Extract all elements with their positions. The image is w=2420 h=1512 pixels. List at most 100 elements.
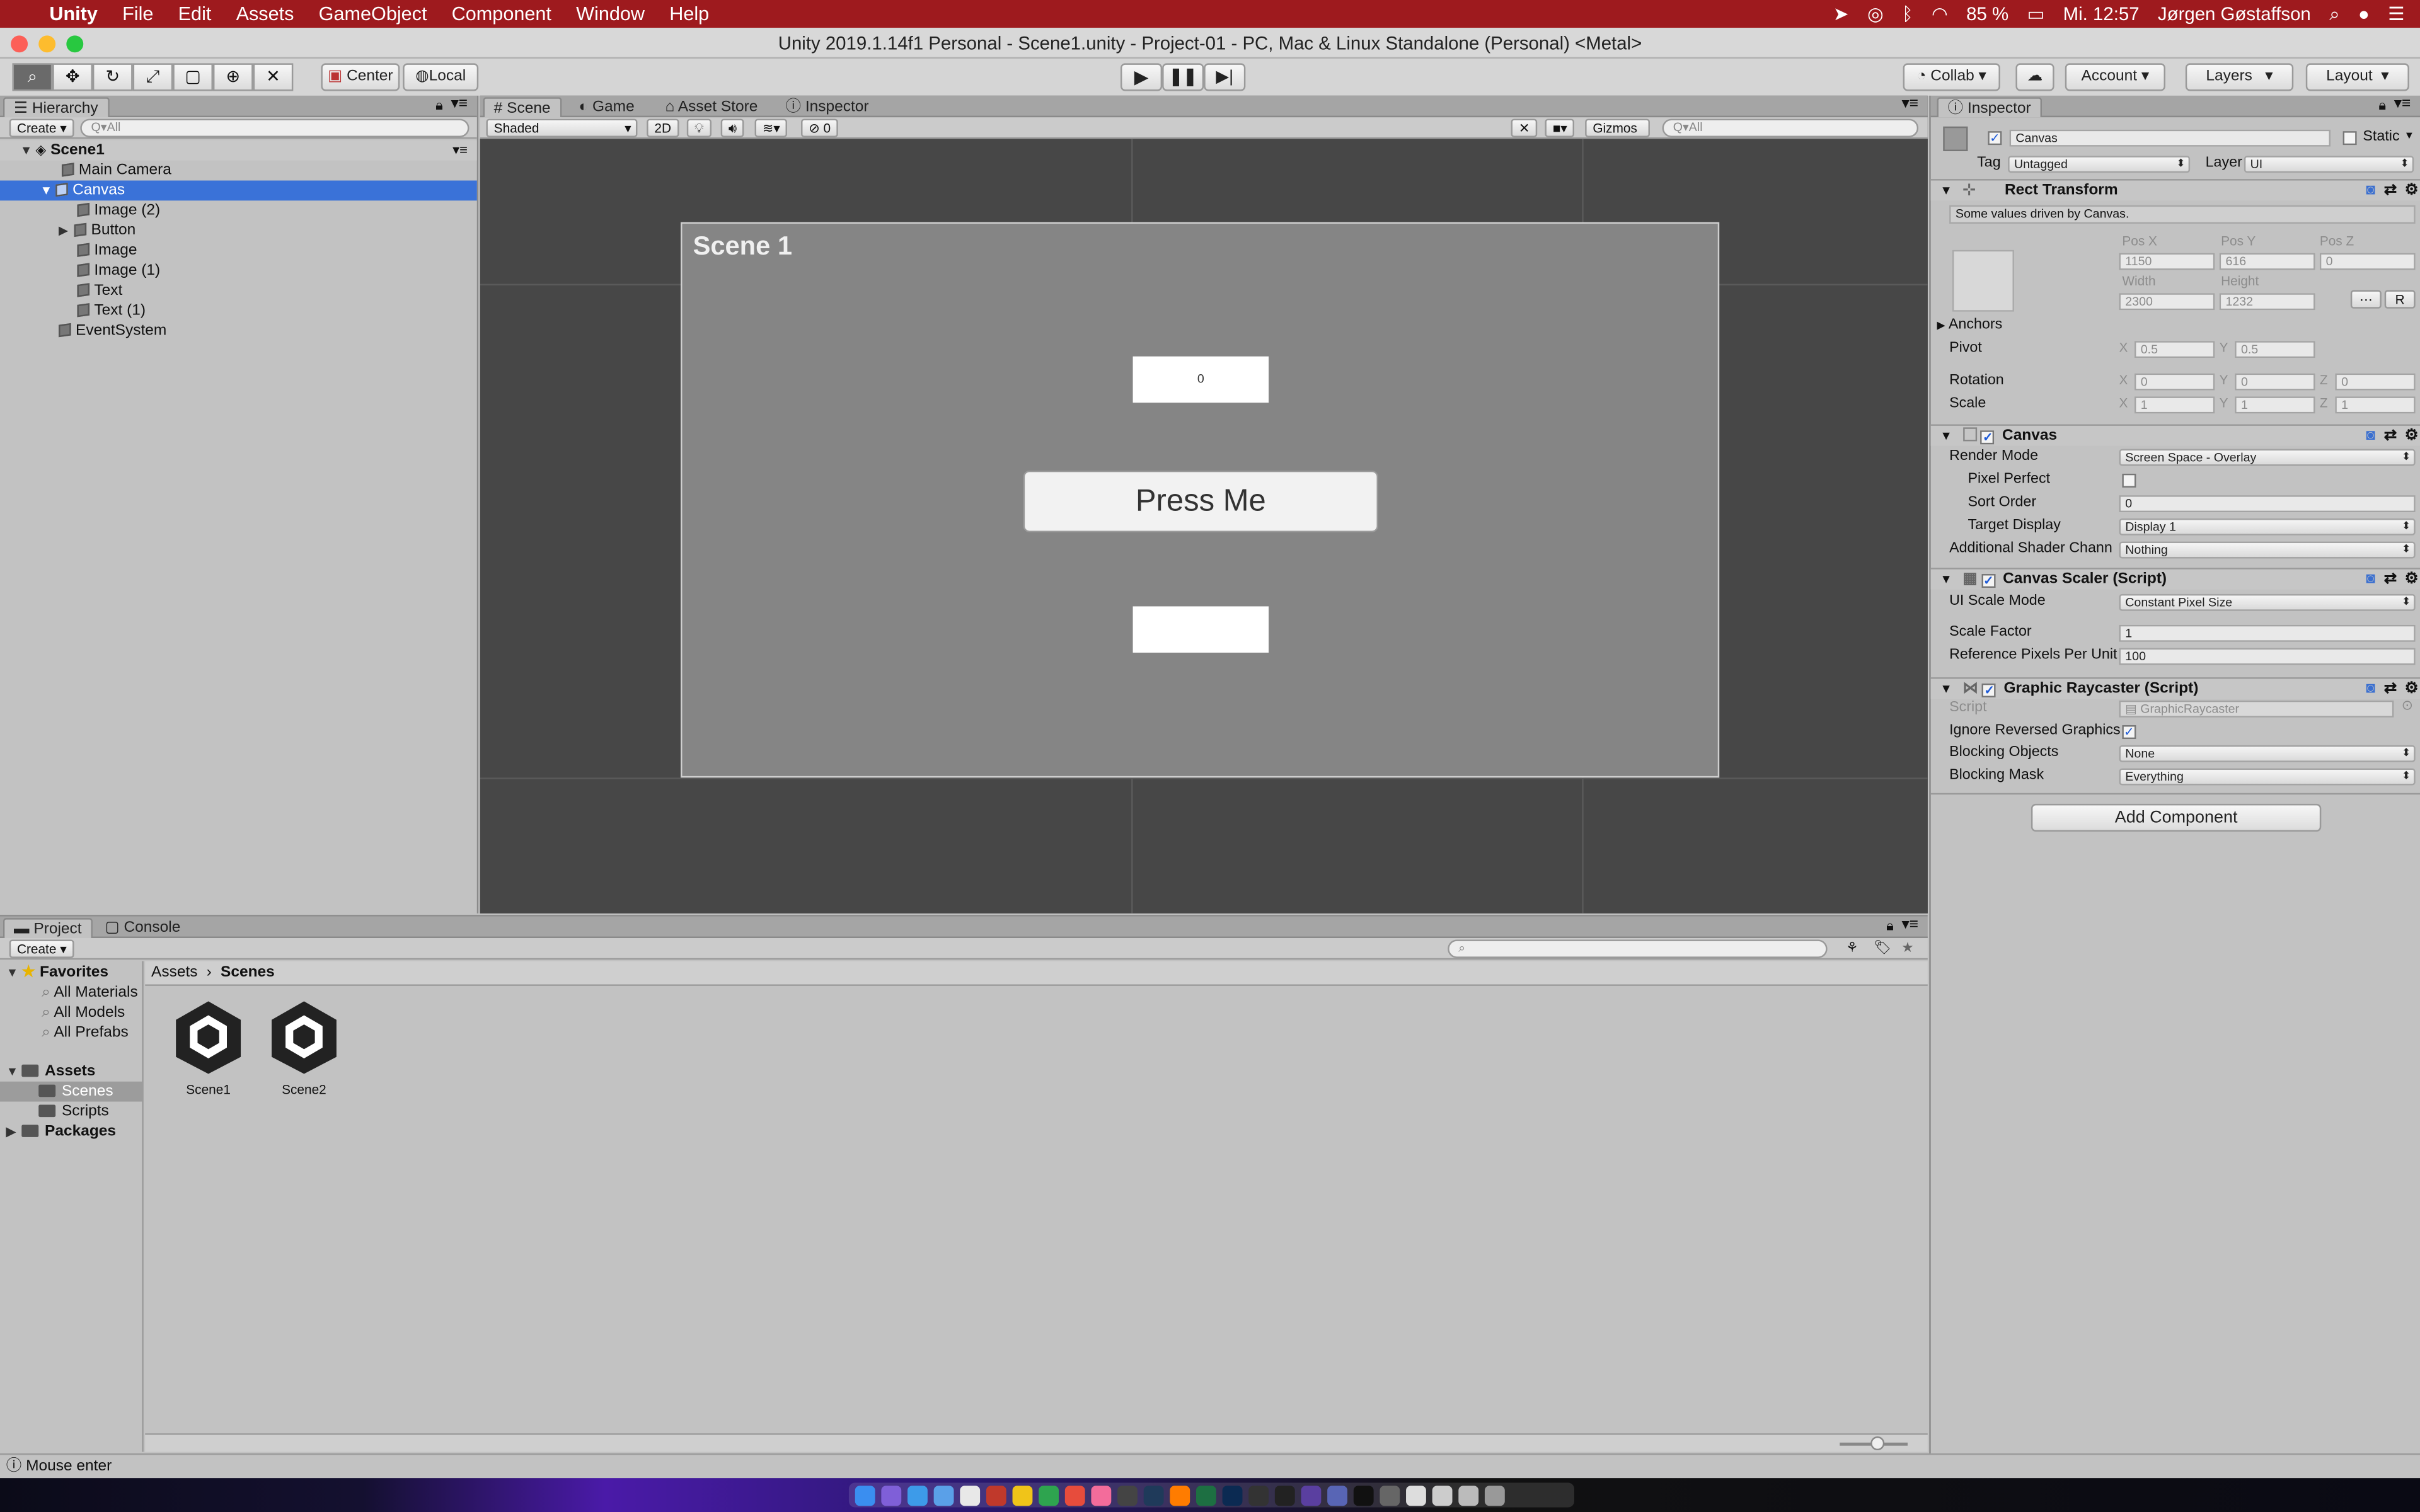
hierarchy-item-eventsystem[interactable]: EventSystem xyxy=(0,321,477,341)
anchor-preset-box[interactable] xyxy=(1952,249,2014,312)
tab-inspector[interactable]: ⓘ Inspector xyxy=(1937,97,2042,118)
favorite-all-models[interactable]: ⌕ All Models xyxy=(0,1003,142,1023)
expand-icon[interactable]: ▶ xyxy=(1937,321,1945,331)
expand-icon[interactable]: ▶ xyxy=(59,220,74,241)
acrobat-icon[interactable] xyxy=(986,1485,1006,1505)
tag-dropdown[interactable]: Untagged xyxy=(2008,156,2191,173)
window-thumbnail-icon[interactable] xyxy=(1406,1485,1426,1505)
collapse-icon[interactable]: ▼ xyxy=(6,1062,21,1082)
blocking-mask-dropdown[interactable]: Everything xyxy=(2119,768,2416,786)
close-window-icon[interactable] xyxy=(11,35,28,53)
custom-tool-icon[interactable]: ✕ xyxy=(253,63,294,91)
tab-asset-store[interactable]: ⌂ Asset Store xyxy=(656,97,767,117)
lighting-toggle-icon[interactable]: 💡︎ xyxy=(686,118,712,137)
shader-channels-dropdown[interactable]: Nothing xyxy=(2119,541,2416,559)
notification-center-icon[interactable]: ☰ xyxy=(2388,3,2404,25)
hand-tool-icon[interactable]: ⌕ xyxy=(12,63,53,91)
spotlight-search-icon[interactable]: ⌕ xyxy=(2329,3,2339,26)
raw-edit-button[interactable]: R xyxy=(2384,290,2416,309)
collapse-icon[interactable]: ▼ xyxy=(1931,682,1952,696)
ui-canvas-rect[interactable]: Scene 1 0 Press Me xyxy=(681,222,1720,778)
pivot-x-field[interactable]: 0.5 xyxy=(2134,341,2215,358)
active-checkbox[interactable]: ✓ xyxy=(1988,131,2002,146)
hidden-objects-toggle[interactable]: ⊘ 0 xyxy=(801,118,839,137)
anchors-row[interactable]: ▶ Anchors xyxy=(1937,315,2415,336)
hierarchy-item-button[interactable]: ▶ Button xyxy=(0,220,477,241)
pivot-center-toggle[interactable]: ▣ Center xyxy=(321,63,400,91)
pos-x-field[interactable]: 1150 xyxy=(2119,253,2215,270)
system-prefs-icon[interactable] xyxy=(1380,1485,1400,1505)
bluetooth-icon[interactable]: ᛒ xyxy=(1902,3,1913,25)
width-field[interactable]: 2300 xyxy=(2119,293,2215,311)
layer-dropdown[interactable]: UI xyxy=(2244,156,2414,173)
chrome-icon[interactable] xyxy=(1064,1485,1085,1505)
pivot-y-field[interactable]: 0.5 xyxy=(2235,341,2315,358)
static-dropdown-icon[interactable]: ▾ xyxy=(2406,128,2412,142)
assets-folder-row[interactable]: ▼ Assets xyxy=(0,1062,142,1082)
favorite-all-materials[interactable]: ⌕ All Materials xyxy=(0,983,142,1003)
play-button[interactable]: ▶ xyxy=(1120,63,1163,91)
filter-label-icon[interactable]: 🏷︎ xyxy=(1874,939,1891,956)
scale-y-field[interactable]: 1 xyxy=(2235,396,2315,414)
minimize-window-icon[interactable] xyxy=(38,35,56,53)
tab-project[interactable]: ▬ Project xyxy=(3,918,93,938)
camera-dropdown-icon[interactable]: ■▾ xyxy=(1545,118,1575,137)
graphic-raycaster-enabled-checkbox[interactable]: ✓ xyxy=(1982,683,1997,697)
hierarchy-item-image[interactable]: Image xyxy=(0,241,477,261)
terminal-icon[interactable] xyxy=(1353,1485,1374,1505)
panel-menu-icon[interactable]: ▾≡ xyxy=(2394,96,2411,113)
unity-hub-icon[interactable] xyxy=(1248,1485,1269,1505)
collapse-icon[interactable]: ▼ xyxy=(1931,183,1952,197)
panel-menu-icon[interactable]: ▾≡ xyxy=(451,96,468,113)
pause-button[interactable]: ❚❚ xyxy=(1162,63,1204,91)
rect-transform-header[interactable]: ▼ ⊹ Rect Transform ◙ ⇄ ⚙ xyxy=(1930,179,2420,202)
object-picker-icon[interactable]: ⊙ xyxy=(2402,697,2413,714)
help-icon[interactable]: ◙ xyxy=(2366,181,2375,202)
tab-console[interactable]: ▢ Console xyxy=(96,918,190,938)
tab-inspector-secondary[interactable]: ⓘ Inspector xyxy=(776,97,878,117)
hierarchy-item-image-1[interactable]: Image (1) xyxy=(0,261,477,281)
help-icon[interactable]: ◙ xyxy=(2366,570,2375,591)
menu-help[interactable]: Help xyxy=(657,0,722,28)
help-icon[interactable]: ◙ xyxy=(2366,426,2375,447)
favorites-row[interactable]: ▼ ★ Favorites xyxy=(0,963,142,983)
filter-type-icon[interactable]: ⚘ xyxy=(1846,939,1858,956)
user-name[interactable]: Jørgen Gøstaffson xyxy=(2158,3,2311,25)
photo-app-icon[interactable] xyxy=(1117,1485,1138,1505)
folder-scripts[interactable]: Scripts xyxy=(0,1102,142,1122)
hierarchy-search-input[interactable]: Q▾All xyxy=(80,118,470,137)
lock-icon[interactable]: 🔒︎ xyxy=(1886,918,1894,935)
send-icon[interactable]: ➤ xyxy=(1833,3,1849,25)
scale-x-field[interactable]: 1 xyxy=(2134,396,2215,414)
scene-viewport[interactable]: Scene 1 0 Press Me xyxy=(480,139,1928,914)
zoom-window-icon[interactable] xyxy=(66,35,84,53)
collapse-icon[interactable]: ▼ xyxy=(1931,429,1952,443)
favorite-all-prefabs[interactable]: ⌕ All Prefabs xyxy=(0,1023,142,1043)
window-thumbnail-icon[interactable] xyxy=(1432,1485,1453,1505)
sort-order-field[interactable]: 0 xyxy=(2119,495,2416,513)
toggle-2d-button[interactable]: 2D xyxy=(647,118,679,137)
hierarchy-item-canvas[interactable]: ▼ Canvas xyxy=(0,180,477,201)
unity-editor-icon[interactable] xyxy=(1274,1485,1295,1505)
photoshop-icon[interactable] xyxy=(1222,1485,1243,1505)
gizmos-dropdown[interactable]: Gizmos ▾ xyxy=(1585,118,1650,152)
preset-icon[interactable]: ⇄ xyxy=(2384,426,2397,447)
menu-file[interactable]: File xyxy=(110,0,166,28)
sheets-icon[interactable] xyxy=(1039,1485,1059,1505)
packages-folder-row[interactable]: ▶ Packages xyxy=(0,1121,142,1142)
wifi-icon[interactable]: ◠ xyxy=(1932,3,1948,25)
folder-scenes[interactable]: Scenes xyxy=(0,1081,142,1102)
scene-tools-icon[interactable]: ✕ xyxy=(1511,118,1538,137)
preset-icon[interactable]: ⇄ xyxy=(2384,181,2397,202)
calendar-icon[interactable] xyxy=(960,1485,981,1505)
lightroom-icon[interactable] xyxy=(1143,1485,1164,1505)
tab-game[interactable]: ◐ Game xyxy=(570,97,644,117)
menu-edit[interactable]: Edit xyxy=(166,0,224,28)
favorite-star-icon[interactable]: ★ xyxy=(1901,939,1914,956)
pivot-space-toggle[interactable]: ◍Local xyxy=(403,63,479,91)
visual-studio-icon[interactable] xyxy=(1301,1485,1322,1505)
audio-toggle-icon[interactable]: 🔊︎ xyxy=(720,118,745,137)
menu-window[interactable]: Window xyxy=(564,0,657,28)
menu-app-unity[interactable]: Unity xyxy=(37,3,110,25)
rotation-y-field[interactable]: 0 xyxy=(2235,373,2315,391)
